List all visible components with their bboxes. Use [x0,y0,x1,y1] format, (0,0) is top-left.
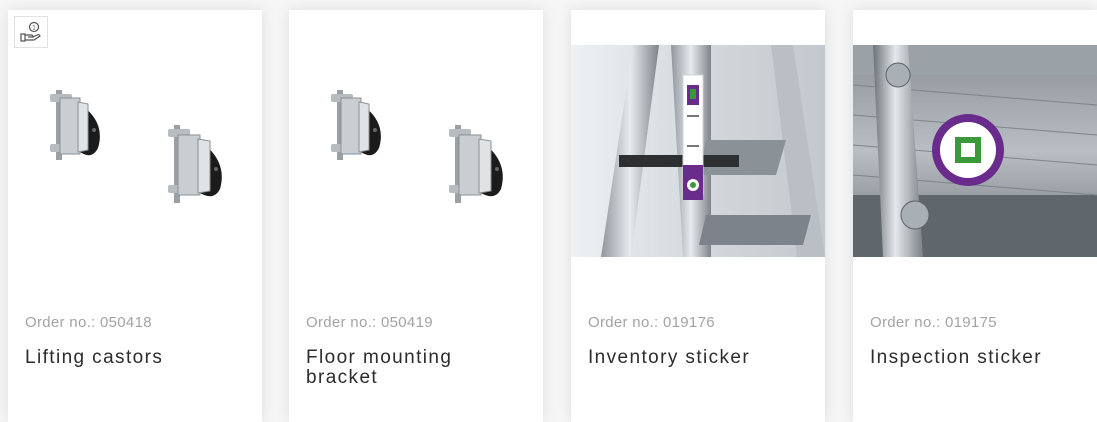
product-image-floor-mounting-bracket[interactable] [289,10,543,268]
svg-text:1: 1 [32,24,36,31]
product-card-lifting-castors[interactable]: 1 Order no.: 050418 Lifting castors [8,10,262,422]
order-number: Order no.: 050418 [25,314,152,331]
product-name[interactable]: Inspection sticker [870,348,1095,368]
product-name[interactable]: Inventory sticker [588,348,813,368]
product-card-floor-mounting-bracket[interactable]: Order no.: 050419 Floor mounting bracket [289,10,543,422]
product-name[interactable]: Floor mounting bracket [306,348,531,388]
product-card-inventory-sticker[interactable]: Order no.: 019176 Inventory sticker [571,10,825,422]
order-number: Order no.: 050419 [306,314,433,331]
product-image-inventory-sticker[interactable] [571,10,825,268]
product-name[interactable]: Lifting castors [25,348,250,368]
product-image-inspection-sticker[interactable] [853,10,1097,268]
order-number: Order no.: 019176 [588,314,715,331]
order-number: Order no.: 019175 [870,314,997,331]
product-image-lifting-castors[interactable]: 1 [8,10,262,268]
product-card-inspection-sticker[interactable]: Order no.: 019175 Inspection sticker [853,10,1097,422]
hand-coin-icon: 1 [14,16,48,48]
product-card-row: 1 Order no.: 050418 Lifting castors Orde… [0,0,1097,422]
